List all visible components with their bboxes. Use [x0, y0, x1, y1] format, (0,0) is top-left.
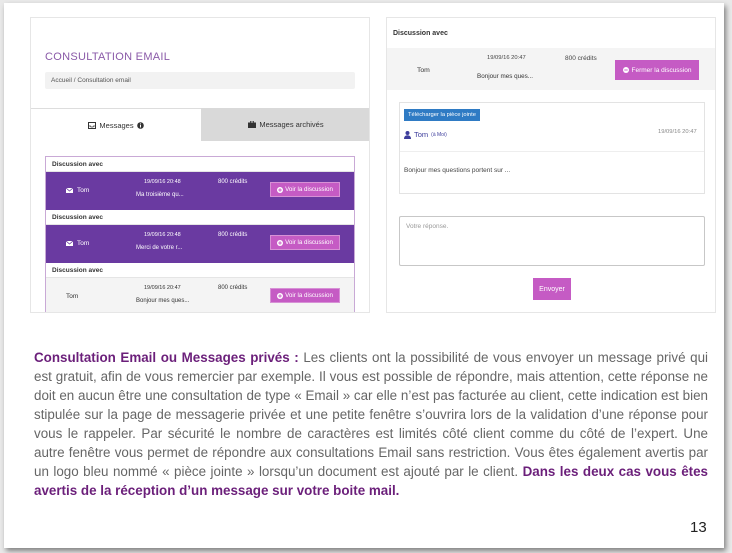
view-discussion-button[interactable]: Voir la discussion — [270, 288, 340, 303]
message-date: 19/09/16 20:47 — [658, 129, 697, 135]
close-discussion-label: Fermer la discussion — [631, 66, 692, 74]
sender-name: Tom — [66, 293, 79, 300]
discussion-summary: 19/09/16 20:47 800 crédits Tom Bonjour m… — [387, 48, 715, 90]
reply-textarea[interactable]: Votre réponse. — [399, 216, 705, 266]
send-button[interactable]: Envoyer — [533, 278, 571, 300]
envelope-icon — [66, 188, 73, 193]
tabs: Messages Messages archivés — [31, 108, 369, 141]
plus-circle-icon — [277, 239, 284, 246]
view-discussion-button[interactable]: Voir la discussion — [270, 235, 340, 250]
discussion-date: 19/09/16 20:47 — [144, 285, 181, 291]
tab-messages-label: Messages — [99, 120, 134, 130]
discussion-sender: Tom — [66, 240, 89, 247]
messages-list-screenshot: CONSULTATION EMAIL Accueil / Consultatio… — [30, 17, 370, 313]
page-number: 13 — [690, 519, 707, 536]
tab-archived-messages[interactable]: Messages archivés — [201, 108, 369, 141]
discussion-date: 19/09/16 20:47 — [487, 55, 526, 61]
slide-page: CONSULTATION EMAIL Accueil / Consultatio… — [4, 3, 724, 548]
discussion-row[interactable]: Tom 19/09/16 20:48 Merci de votre r... 8… — [46, 225, 354, 263]
breadcrumb[interactable]: Accueil / Consultation email — [45, 72, 355, 89]
divider — [400, 151, 704, 152]
sender-name: Tom — [77, 187, 90, 194]
discussion-sender: Tom — [66, 187, 89, 194]
discussion-sender: Tom — [66, 293, 78, 300]
plus-circle-icon — [277, 292, 284, 299]
discussion-preview: Bonjour mes ques... — [477, 73, 534, 80]
paragraph-lead: Consultation Email ou Messages privés : — [34, 350, 299, 365]
envelope-icon — [66, 241, 73, 246]
discussion-credits: 800 crédits — [218, 285, 248, 291]
download-attachment-button[interactable]: Télécharger la pièce jointe — [404, 109, 480, 121]
sender-name: Tom — [77, 240, 90, 247]
inbox-icon — [88, 121, 97, 129]
author-name: Tom — [414, 130, 429, 139]
minus-circle-icon — [622, 67, 629, 73]
tab-messages[interactable]: Messages — [31, 108, 201, 141]
message-author: Tom (à Moi) — [404, 130, 447, 139]
discussion-detail-screenshot: Discussion avec 19/09/16 20:47 800 crédi… — [386, 17, 716, 313]
close-discussion-button[interactable]: Fermer la discussion — [615, 60, 699, 80]
description-paragraph: Consultation Email ou Messages privés : … — [34, 348, 708, 500]
view-discussion-label: Voir la discussion — [285, 239, 333, 246]
discussion-preview: Merci de votre r... — [136, 245, 183, 251]
discussion-date: 19/09/16 20:48 — [144, 179, 181, 185]
discussion-list: Discussion avec Tom 19/09/16 20:48 Ma tr… — [45, 156, 355, 312]
user-icon — [404, 130, 411, 139]
author-suffix: (à Moi) — [431, 131, 447, 138]
discussion-credits: 800 crédits — [218, 179, 248, 185]
message-card: Télécharger la pièce jointe Tom (à Moi) … — [399, 102, 705, 194]
discussion-row[interactable]: Tom 19/09/16 20:47 Bonjour mes ques... 8… — [46, 278, 354, 312]
discussion-row[interactable]: Tom 19/09/16 20:48 Ma troisième qu... 80… — [46, 172, 354, 210]
discussion-header: Discussion avec — [46, 263, 354, 278]
discussion-credits: 800 crédits — [565, 55, 597, 62]
discussion-header: Discussion avec — [393, 30, 448, 37]
paragraph-body: Les clients ont la possibilité de vous e… — [34, 350, 709, 479]
plus-circle-icon — [277, 186, 284, 193]
discussion-preview: Bonjour mes ques... — [136, 298, 190, 304]
discussion-header: Discussion avec — [46, 210, 354, 225]
discussion-header: Discussion avec — [46, 157, 354, 172]
view-discussion-label: Voir la discussion — [285, 186, 333, 193]
sender-name: Tom — [417, 67, 430, 74]
view-discussion-label: Voir la discussion — [285, 292, 333, 299]
view-discussion-button[interactable]: Voir la discussion — [270, 182, 340, 197]
discussion-credits: 800 crédits — [218, 232, 248, 238]
discussion-preview: Ma troisième qu... — [136, 192, 184, 198]
briefcase-icon — [248, 121, 257, 128]
page-title: CONSULTATION EMAIL — [45, 51, 171, 63]
tab-archived-label: Messages archivés — [259, 120, 324, 129]
message-text: Bonjour mes questions portent sur ... — [404, 167, 511, 174]
discussion-date: 19/09/16 20:48 — [144, 232, 181, 238]
info-icon — [136, 121, 144, 129]
